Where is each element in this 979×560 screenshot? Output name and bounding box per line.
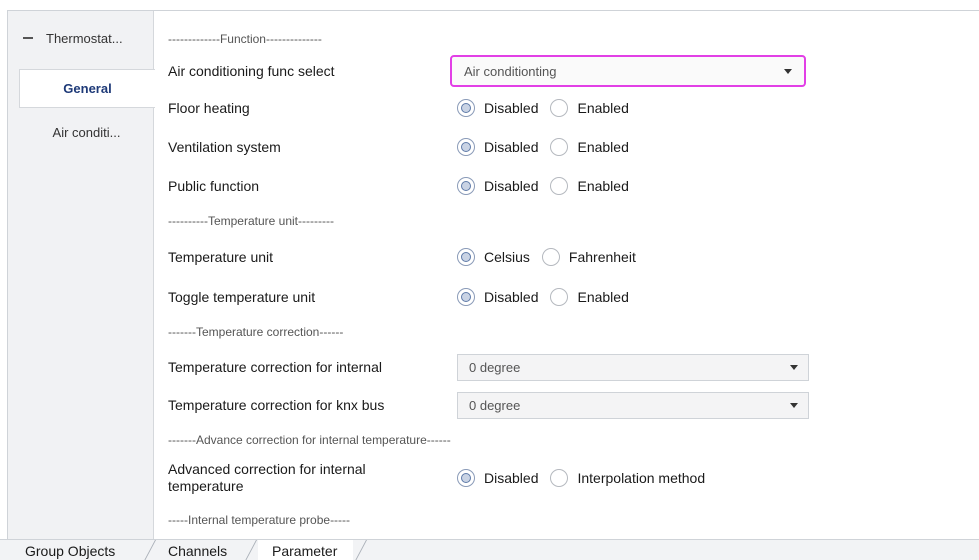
param-row-temperature-unit: Temperature unit Celsius Fahrenheit	[168, 242, 968, 272]
radio-unchecked-icon	[550, 99, 569, 117]
chevron-down-icon	[790, 364, 798, 370]
param-label: Temperature correction for knx bus	[168, 396, 385, 413]
section-header-temperature-unit: ----------Temperature unit---------	[168, 214, 334, 228]
tab-separator	[353, 540, 367, 560]
toggle-temperature-unit-radio-group: Disabled Enabled	[457, 288, 641, 306]
tab-group-objects[interactable]: Group Objects	[25, 540, 115, 560]
air-conditioning-func-dropdown[interactable]: Air conditionting	[450, 55, 806, 87]
parameter-tree-sidebar: Thermostat... General Air conditi...	[8, 11, 155, 539]
dropdown-value: 0 degree	[469, 359, 521, 375]
param-label: Temperature correction for internal	[168, 358, 382, 375]
radio-disabled[interactable]: Disabled	[457, 138, 538, 156]
floor-heating-radio-group: Disabled Enabled	[457, 99, 641, 117]
collapse-minus-icon[interactable]	[22, 32, 34, 44]
tree-root-thermostat[interactable]: Thermostat...	[8, 11, 154, 65]
param-label: Floor heating	[168, 99, 250, 116]
radio-celsius[interactable]: Celsius	[457, 248, 530, 266]
advanced-correction-radio-group: Disabled Interpolation method	[457, 469, 717, 487]
radio-enabled[interactable]: Enabled	[550, 288, 629, 306]
param-row-public-function: Public function Disabled Enabled	[168, 171, 968, 201]
chevron-down-icon	[790, 402, 798, 408]
radio-disabled[interactable]: Disabled	[457, 177, 538, 195]
section-header-temperature-correction: -------Temperature correction------	[168, 325, 344, 339]
param-label: Air conditioning func select	[168, 62, 335, 79]
param-row-toggle-temperature-unit: Toggle temperature unit Disabled Enabled	[168, 282, 968, 312]
tree-item-label: Air conditi...	[52, 124, 121, 140]
radio-checked-icon	[457, 248, 475, 266]
radio-unchecked-icon	[550, 177, 569, 195]
radio-checked-icon	[457, 288, 475, 306]
param-label: Toggle temperature unit	[168, 288, 316, 305]
parameter-panel: -------------Function-------------- Air …	[155, 11, 979, 539]
radio-interpolation-method[interactable]: Interpolation method	[550, 469, 705, 487]
param-row-correction-internal: Temperature correction for internal 0 de…	[168, 352, 968, 382]
param-row-air-conditioning-func: Air conditioning func select Air conditi…	[168, 55, 968, 87]
param-label: Advanced correction for internal temperat…	[168, 461, 366, 494]
dropdown-value: 0 degree	[469, 397, 521, 413]
section-header-internal-probe: -----Internal temperature probe-----	[168, 513, 351, 527]
section-header-function: -------------Function--------------	[168, 32, 322, 46]
dropdown-value: Air conditionting	[464, 63, 557, 79]
radio-enabled[interactable]: Enabled	[550, 99, 629, 117]
param-row-ventilation: Ventilation system Disabled Enabled	[168, 132, 968, 162]
public-function-radio-group: Disabled Enabled	[457, 177, 641, 195]
param-label: Temperature unit	[168, 248, 274, 265]
tree-item-label: General	[63, 81, 112, 96]
tab-separator	[243, 540, 257, 560]
radio-unchecked-icon	[541, 248, 560, 266]
param-label: Ventilation system	[168, 138, 281, 155]
correction-knx-dropdown[interactable]: 0 degree	[457, 391, 809, 419]
radio-unchecked-icon	[550, 469, 569, 487]
radio-disabled[interactable]: Disabled	[457, 99, 538, 117]
tree-root-label: Thermostat...	[46, 30, 123, 46]
radio-enabled[interactable]: Enabled	[550, 138, 629, 156]
tree-item-air-conditioning[interactable]: Air conditi...	[19, 114, 154, 150]
radio-unchecked-icon	[550, 288, 569, 306]
radio-unchecked-icon	[550, 138, 569, 156]
radio-fahrenheit[interactable]: Fahrenheit	[541, 248, 636, 266]
radio-disabled[interactable]: Disabled	[457, 469, 538, 487]
tab-channels[interactable]: Channels	[168, 540, 227, 560]
tree-item-general[interactable]: General	[19, 69, 155, 108]
radio-enabled[interactable]: Enabled	[550, 177, 629, 195]
radio-disabled[interactable]: Disabled	[457, 288, 538, 306]
section-header-advance-correction: -------Advance correction for internal t…	[168, 433, 451, 447]
chevron-down-icon	[784, 69, 792, 74]
radio-checked-icon	[457, 138, 475, 156]
correction-internal-dropdown[interactable]: 0 degree	[457, 353, 809, 381]
tab-parameter[interactable]: Parameter	[258, 540, 354, 560]
param-row-floor-heating: Floor heating Disabled Enabled	[168, 93, 968, 123]
radio-checked-icon	[457, 99, 475, 117]
param-label: Public function	[168, 177, 260, 194]
temperature-unit-radio-group: Celsius Fahrenheit	[457, 248, 648, 266]
param-row-advanced-correction: Advanced correction for internal temperat…	[168, 460, 968, 496]
radio-checked-icon	[457, 469, 475, 487]
ventilation-radio-group: Disabled Enabled	[457, 138, 641, 156]
bottom-tab-bar: Group Objects Channels Parameter	[0, 539, 979, 560]
radio-checked-icon	[457, 177, 475, 195]
tab-separator	[142, 540, 156, 560]
param-row-correction-knx: Temperature correction for knx bus 0 deg…	[168, 390, 968, 420]
